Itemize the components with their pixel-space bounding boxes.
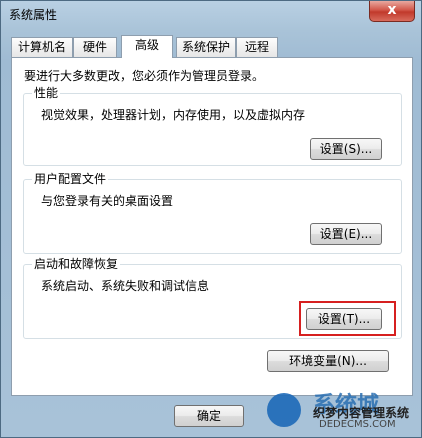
close-button[interactable]: x [369,1,415,22]
performance-settings-button[interactable]: 设置(S)... [310,138,382,160]
user-profiles-title: 用户配置文件 [32,172,109,186]
title-bar[interactable]: 系统属性 x [1,1,421,29]
performance-desc: 视觉效果，处理器计划，内存使用，以及虚拟内存 [41,108,306,122]
admin-notice: 要进行大多数更改，您必须作为管理员登录。 [24,69,265,83]
window-title: 系统属性 [9,8,58,22]
environment-variables-button[interactable]: 环境变量(N)... [267,350,389,372]
watermark-text-3: DEDECMS.COM [319,419,396,430]
user-profiles-desc: 与您登录有关的桌面设置 [41,194,174,208]
tab-strip: 计算机名 硬件 高级 系统保护 远程 [11,35,411,58]
user-profiles-settings-button[interactable]: 设置(E)... [310,223,382,245]
performance-title: 性能 [32,86,61,100]
startup-recovery-title: 启动和故障恢复 [32,257,121,271]
tab-system-protection[interactable]: 系统保护 [176,37,236,57]
tab-advanced[interactable]: 高级 [121,35,173,58]
system-properties-window: 系统属性 x 计算机名 硬件 高级 系统保护 远程 要进行大多数更改，您必须作为… [0,0,422,438]
highlight-box [299,301,396,336]
watermark-logo-icon [267,393,301,427]
tab-remote[interactable]: 远程 [236,37,278,57]
tab-hardware[interactable]: 硬件 [73,37,117,57]
tab-computer-name[interactable]: 计算机名 [11,37,73,57]
ok-button[interactable]: 确定 [174,405,244,427]
startup-recovery-desc: 系统启动、系统失败和调试信息 [41,279,210,293]
